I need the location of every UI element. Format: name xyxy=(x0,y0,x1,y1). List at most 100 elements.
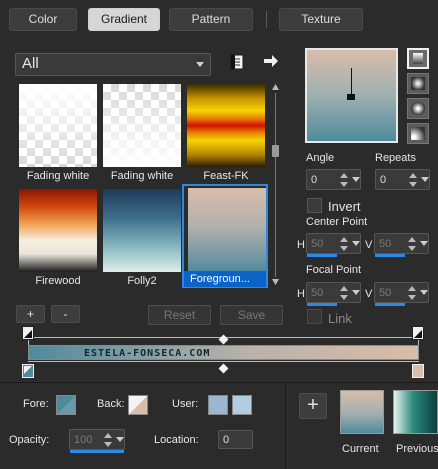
document-icon[interactable] xyxy=(229,54,245,70)
invert-checkbox[interactable] xyxy=(307,198,322,213)
save-button[interactable]: Save xyxy=(220,305,283,325)
focal-point-label: Focal Point xyxy=(306,264,362,276)
center-point-label: Center Point xyxy=(306,216,368,228)
up-down-icon[interactable] xyxy=(104,433,112,447)
invert-label: Invert xyxy=(328,199,361,214)
user-label: User: xyxy=(172,398,199,410)
angle-spinner[interactable]: 0 xyxy=(306,169,361,190)
gradient-swatch xyxy=(19,189,97,272)
style-sunburst-button[interactable] xyxy=(407,98,429,119)
color-stop-left-icon[interactable] xyxy=(22,364,34,378)
repeats-spinner[interactable]: 0 xyxy=(375,169,430,190)
thumb-scrollbar[interactable] xyxy=(271,83,280,286)
tab-color[interactable]: Color xyxy=(9,8,77,31)
gradient-thumb-feast-fk[interactable] xyxy=(187,84,265,170)
color-stop-right-icon[interactable] xyxy=(412,364,424,378)
chevron-down-icon[interactable] xyxy=(420,290,428,295)
focal-h-value: 50 xyxy=(311,287,324,299)
scroll-up-icon[interactable] xyxy=(271,83,280,91)
fore-swatch[interactable] xyxy=(56,395,76,415)
user-swatch-2[interactable] xyxy=(232,395,252,415)
current-label: Current xyxy=(342,443,379,455)
gradient-swatch xyxy=(103,189,181,272)
opacity-stop-left-icon[interactable] xyxy=(22,326,34,340)
angle-label: Angle xyxy=(306,152,335,164)
up-down-icon[interactable] xyxy=(340,237,348,251)
style-radial-button[interactable] xyxy=(407,123,429,144)
style-linear-button[interactable] xyxy=(407,48,429,69)
tab-texture[interactable]: Texture xyxy=(279,8,363,31)
back-label: Back: xyxy=(97,398,125,410)
gradient-thumb-firewood[interactable] xyxy=(19,189,97,275)
center-v-spinner[interactable]: 50 xyxy=(374,233,429,254)
gradient-thumb-folly2[interactable] xyxy=(103,189,181,275)
focal-h-label: H xyxy=(297,288,305,300)
chevron-down-icon xyxy=(196,62,204,67)
opacity-label: Opacity: xyxy=(9,434,50,446)
chevron-down-icon[interactable] xyxy=(116,437,124,442)
gradient-swatch xyxy=(103,84,181,167)
center-h-label: H xyxy=(297,239,305,251)
gradient-swatch xyxy=(188,188,266,271)
gradient-preview[interactable] xyxy=(305,48,398,143)
location-input[interactable]: 0 xyxy=(218,430,253,449)
add-gradient-button[interactable]: + xyxy=(16,305,45,323)
thumb-label: Feast-FK xyxy=(203,170,249,182)
tab-separator xyxy=(266,11,267,28)
scroll-track xyxy=(275,93,276,277)
opacity-spinner[interactable]: 100 xyxy=(69,429,125,450)
center-h-slider-fill xyxy=(307,254,337,257)
center-v-value: 50 xyxy=(379,238,392,250)
link-label: Link xyxy=(328,311,352,326)
chevron-down-icon[interactable] xyxy=(421,177,429,182)
chevron-down-icon[interactable] xyxy=(352,290,360,295)
current-swatch[interactable] xyxy=(340,390,384,434)
chevron-down-icon[interactable] xyxy=(352,177,360,182)
opacity-stop-right-icon[interactable] xyxy=(412,326,424,340)
focal-h-slider-fill xyxy=(307,303,337,306)
style-rectangular-button[interactable] xyxy=(407,73,429,94)
back-swatch[interactable] xyxy=(128,395,148,415)
section-divider-vertical xyxy=(285,382,286,469)
tab-pattern[interactable]: Pattern xyxy=(169,8,253,31)
chevron-down-icon[interactable] xyxy=(352,241,360,246)
previous-swatch[interactable] xyxy=(393,390,438,434)
up-down-icon[interactable] xyxy=(340,173,348,187)
arrow-right-icon[interactable] xyxy=(263,54,279,68)
up-down-icon[interactable] xyxy=(408,286,416,300)
up-down-icon[interactable] xyxy=(340,286,348,300)
gradient-thumb-fading-white-1[interactable] xyxy=(19,84,97,170)
gradient-thumb-foreground[interactable] xyxy=(188,188,266,274)
focal-v-spinner[interactable]: 50 xyxy=(374,282,429,303)
gradient-bar-watermark: ESTELA-FONSECA.COM xyxy=(84,348,211,359)
gradient-swatch xyxy=(19,84,97,167)
add-swatch-button[interactable]: + xyxy=(299,393,327,419)
center-h-spinner[interactable]: 50 xyxy=(306,233,361,254)
link-checkbox[interactable] xyxy=(307,309,322,324)
color-midpoint-icon[interactable] xyxy=(218,363,229,374)
category-select[interactable]: All xyxy=(15,53,211,76)
center-h-value: 50 xyxy=(311,238,324,250)
angle-value: 0 xyxy=(311,174,318,186)
up-down-icon[interactable] xyxy=(409,173,417,187)
user-swatch-1[interactable] xyxy=(208,395,228,415)
gradient-swatch xyxy=(187,84,265,167)
focal-h-spinner[interactable]: 50 xyxy=(306,282,361,303)
remove-gradient-button[interactable]: - xyxy=(51,305,80,323)
location-value: 0 xyxy=(223,434,230,446)
scroll-down-icon[interactable] xyxy=(271,278,280,286)
tab-gradient[interactable]: Gradient xyxy=(88,8,160,31)
gradient-thumb-fading-white-2[interactable] xyxy=(103,84,181,170)
repeats-label: Repeats xyxy=(375,152,416,164)
color-guide-line xyxy=(28,361,419,362)
angle-handle-icon[interactable] xyxy=(347,94,355,100)
chevron-down-icon[interactable] xyxy=(420,241,428,246)
opacity-value: 100 xyxy=(74,434,93,446)
center-v-slider-fill xyxy=(375,254,405,257)
reset-button[interactable]: Reset xyxy=(148,305,211,325)
thumb-label: Fading white xyxy=(110,170,174,182)
scroll-thumb[interactable] xyxy=(272,145,279,157)
location-label: Location: xyxy=(154,434,199,446)
up-down-icon[interactable] xyxy=(408,237,416,251)
repeats-value: 0 xyxy=(380,174,387,186)
